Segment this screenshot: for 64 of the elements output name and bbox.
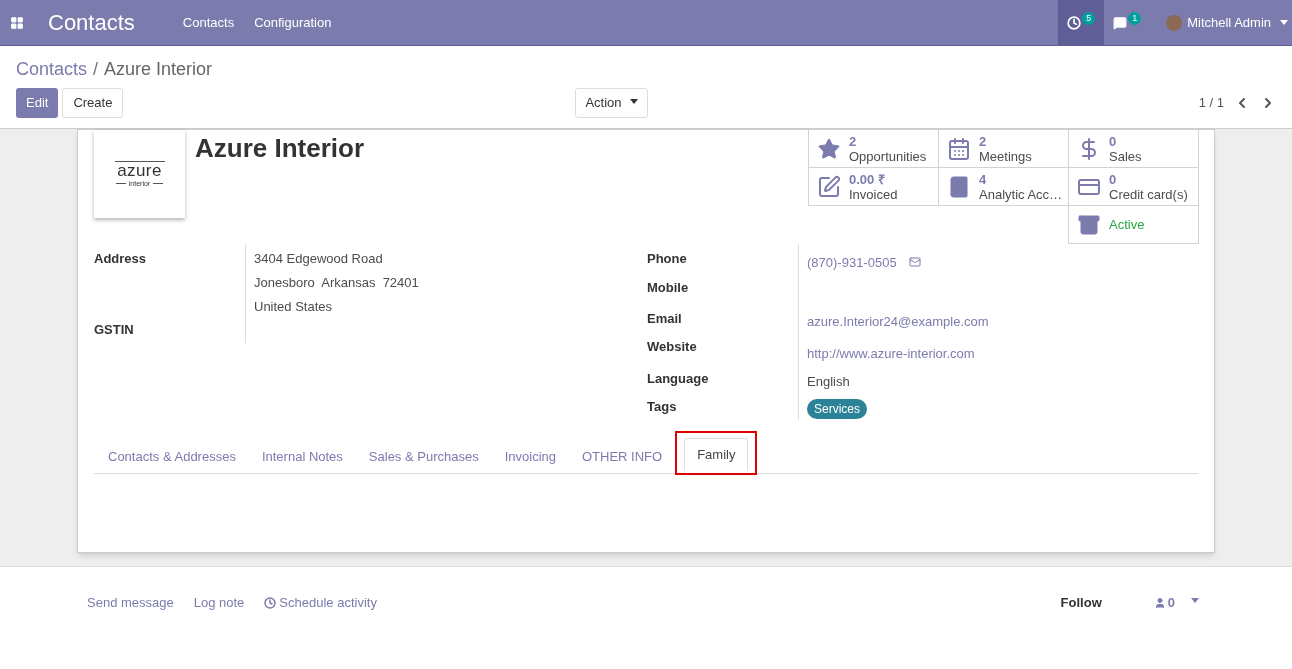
address-line: 3404 Edgewood Road [254, 250, 384, 268]
phone-link[interactable]: (870)-931-0505 [807, 252, 897, 272]
messages-button[interactable]: 1 [1104, 0, 1151, 45]
stat-button[interactable]: Active [1068, 205, 1199, 244]
count-badge: 5 [1082, 12, 1096, 25]
clock-icon [264, 596, 277, 609]
activity-button[interactable]: 5 [1058, 0, 1105, 45]
action-button[interactable]: Action [575, 88, 648, 118]
logo-rule [153, 182, 164, 184]
field-label: Mobile [647, 279, 690, 297]
field-label: Address [94, 250, 148, 268]
tab[interactable]: Invoicing [491, 440, 569, 473]
star-icon [817, 136, 841, 161]
mail-icon[interactable] [908, 256, 921, 269]
field-label: Language [647, 370, 710, 388]
edit-icon [817, 174, 841, 199]
record-title: Azure Interior [195, 132, 365, 165]
logo-wordmark: azure [117, 161, 162, 179]
user-menu[interactable]: Mitchell Admin [1150, 12, 1292, 33]
followers-button[interactable]: 0 [1153, 593, 1199, 613]
create-button[interactable]: Create [62, 88, 124, 118]
chat-icon [1113, 15, 1128, 30]
chatter-link[interactable]: Log note [193, 593, 245, 613]
clock-icon [1067, 15, 1082, 30]
field-label: Tags [647, 398, 678, 416]
address-line: United States [254, 298, 334, 316]
breadcrumb-current: Azure Interior [104, 57, 213, 81]
stat-button[interactable]: 2 Opportunities [808, 129, 939, 168]
app-title: Contacts [48, 9, 135, 37]
tab[interactable]: Family [684, 438, 749, 471]
menu-item[interactable]: Configuration [254, 12, 332, 33]
address-line: Jonesboro Arkansas 72401 [254, 274, 419, 292]
website-link[interactable]: http://www.azure-interior.com [807, 343, 975, 363]
apps-menu-icon[interactable] [10, 15, 24, 30]
tag: Services [807, 399, 867, 419]
tab[interactable]: Sales & Purchases [355, 440, 492, 473]
pager-value: 1 / 1 [1198, 94, 1224, 113]
menu-item[interactable]: Contacts [182, 12, 235, 33]
person-icon [1153, 596, 1166, 609]
breadcrumb-link[interactable]: Contacts [16, 55, 88, 83]
field-label: Email [647, 310, 683, 328]
calendar-icon [947, 136, 971, 161]
logo-rule [115, 182, 126, 184]
follow-button[interactable]: Follow [1060, 593, 1102, 613]
breadcrumb-separator: / [93, 57, 99, 81]
caret-icon [1280, 20, 1288, 25]
tab[interactable]: Internal Notes [248, 440, 356, 473]
field-label: Website [647, 338, 698, 356]
caret-icon [1191, 598, 1199, 604]
stat-button[interactable]: 0.00 ₹ Invoiced [808, 167, 939, 206]
tab[interactable]: OTHER INFO [569, 440, 676, 473]
chatter-link[interactable]: Schedule activity [264, 593, 377, 613]
stat-button[interactable]: 0 Sales [1068, 129, 1199, 168]
chatter-link[interactable]: Send message [87, 593, 174, 613]
avatar [1166, 14, 1183, 31]
edit-button[interactable]: Edit [16, 88, 59, 118]
count-badge: 1 [1128, 12, 1142, 25]
archive-box-icon [1077, 212, 1101, 237]
field-label: Phone [647, 250, 688, 268]
tab[interactable]: Contacts & Addresses [95, 440, 249, 473]
caret-icon [629, 98, 638, 104]
field-label: GSTIN [94, 321, 135, 339]
field-value: English [807, 372, 850, 391]
email-link[interactable]: azure.Interior24@example.com [807, 311, 989, 331]
